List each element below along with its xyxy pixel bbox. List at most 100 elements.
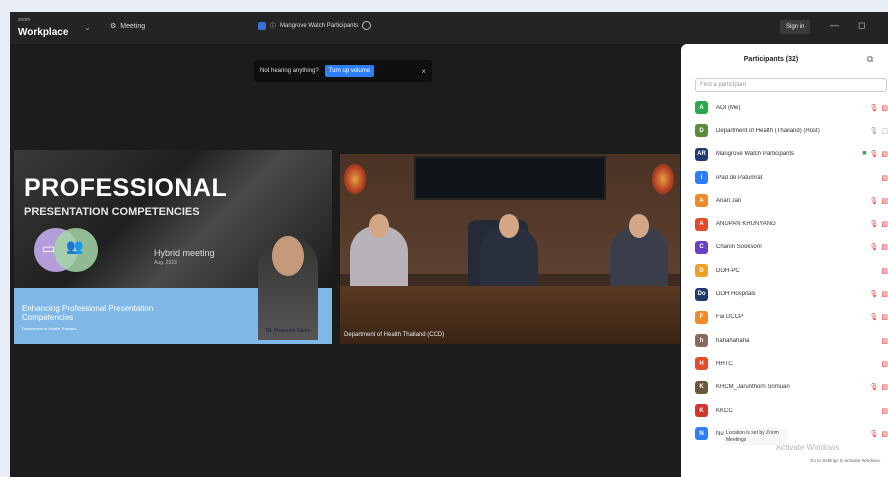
avatar: D (695, 124, 708, 138)
participant-status-icons: 🎙 ▧ (869, 104, 888, 112)
slide-footer-title: Enhancing Professional Presentation Comp… (22, 304, 154, 323)
audio-notification: Not hearing anything? Turn up volume × (254, 60, 432, 82)
camera-off-icon[interactable]: ▧ (881, 197, 888, 205)
camera-off-icon[interactable]: ▧ (881, 104, 888, 112)
avatar: Do (695, 287, 708, 301)
participant-row[interactable]: AR Mangrove Watch Participants ■ 🎙 ▧ (695, 143, 888, 166)
person-head (499, 214, 519, 238)
mic-icon[interactable]: 🎙 (869, 127, 878, 135)
participant-row[interactable]: h hahahahaha ▧ (695, 329, 888, 352)
participant-row[interactable]: IiPad de Patumrat ▧ (695, 166, 888, 189)
participant-status-icons: ▧ (881, 337, 888, 345)
notification-text: Not hearing anything? (260, 68, 319, 74)
participants-title: Participants (32) (743, 56, 799, 63)
avatar: K (695, 404, 708, 417)
participant-status-icons: 🎙 ▧ (869, 290, 888, 298)
participant-row[interactable]: A ANUPAN KHUNYANG 🎙 ▧ (695, 212, 888, 235)
participant-name: ANUPAN KHUNYANG (716, 221, 776, 228)
participant-name: KKCC (716, 407, 733, 414)
participant-row[interactable]: D DOH-PC ▧ (695, 259, 888, 282)
mic-off-icon[interactable]: 🎙 (869, 104, 878, 112)
shield-icon (258, 21, 266, 30)
person-head (629, 214, 649, 238)
avatar: H (695, 357, 708, 371)
participant-name: hahahahaha (716, 337, 750, 344)
mic-off-icon[interactable]: 🎙 (869, 313, 878, 321)
window-title: ⓘ Mangrove Watch Participants (258, 21, 372, 30)
participant-name: AOI (Me) (716, 104, 741, 111)
camera-off-icon[interactable]: ▧ (881, 243, 888, 251)
participant-status-icons: ▧ (881, 174, 888, 182)
participant-row[interactable]: D Department of Health (Thailand) (Host) 🎙… (695, 119, 888, 142)
avatar: C (695, 240, 708, 254)
mic-off-icon[interactable]: 🎙 (869, 383, 878, 391)
participant-name: DOH Hospitals (716, 291, 756, 298)
participant-status-icons: 🎙 ▧ (869, 383, 888, 391)
participant-row[interactable]: H HHTC ▧ (695, 352, 888, 375)
mic-off-icon[interactable]: 🎙 (869, 430, 878, 438)
camera-off-icon[interactable]: ▧ (881, 430, 888, 438)
camera-icon[interactable]: ▢ (881, 127, 888, 135)
zoom-window: zoom Workplace ⌄ ⚙ Meeting ⓘ Mangrove Wa… (10, 12, 888, 477)
participant-row[interactable]: F Fai DCCP 🎙 ▧ (695, 306, 888, 329)
participant-status-icons: 🎙 ▢ (869, 127, 888, 135)
presenter-photo (258, 236, 318, 340)
participant-name: Department of Health (Thailand) (Host) (716, 127, 820, 134)
turn-up-volume-button[interactable]: Turn up volume (324, 65, 375, 77)
camera-off-icon[interactable]: ▧ (881, 360, 888, 368)
participant-row[interactable]: A AOI (Me) 🎙 ▧ (695, 96, 888, 119)
mic-off-icon[interactable]: 🎙 (869, 150, 878, 158)
meeting-menu[interactable]: ⚙ Meeting (110, 22, 146, 31)
camera-off-icon[interactable]: ▧ (881, 313, 888, 321)
close-icon[interactable]: × (421, 67, 426, 76)
participant-status-icons: 🎙 ▧ (869, 313, 888, 321)
meeting-graphic: ▭ 👥 (34, 228, 98, 274)
slide-footer-org: Department of Health Thailand (22, 326, 77, 331)
avatar: N (695, 427, 708, 441)
participant-row[interactable]: Do DOH Hospitals 🎙 ▧ (695, 282, 888, 305)
camera-off-icon[interactable]: ▧ (881, 407, 888, 415)
shared-slide: PROFESSIONAL PRESENTATION COMPETENCIES ▭… (14, 150, 332, 344)
mic-off-icon[interactable]: 🎙 (869, 220, 878, 228)
share-screen-icon[interactable]: ■ (862, 150, 866, 158)
avatar: F (695, 310, 708, 324)
camera-off-icon[interactable]: ▧ (881, 174, 888, 182)
slide-hybrid-label: Hybrid meeting (154, 248, 215, 258)
camera-off-icon[interactable]: ▧ (881, 150, 888, 158)
meeting-icon: ⚙ (110, 23, 117, 30)
camera-off-icon[interactable]: ▧ (881, 220, 888, 228)
avatar: I (695, 171, 708, 185)
meeting-label: Meeting (120, 22, 146, 30)
sign-in-button[interactable]: Sign in (780, 20, 811, 34)
chevron-down-icon[interactable]: ⌄ (84, 23, 91, 32)
camera-off-icon[interactable]: ▧ (881, 290, 888, 298)
participant-row[interactable]: K KHCM_Jarunthorn Srimuan 🎙 ▧ (695, 376, 888, 399)
participant-status-icons: 🎙 ▧ (869, 220, 888, 228)
participant-row[interactable]: C Chanin Sooksom 🎙 ▧ (695, 236, 888, 259)
participant-status-icons: ▧ (881, 267, 888, 275)
participant-row[interactable]: A Anan Jan 🎙 ▧ (695, 189, 888, 212)
activate-windows-hint: Go to Settings to activate Windows. (810, 458, 882, 463)
participant-search-input[interactable]: Find a participant (695, 78, 887, 92)
mic-off-icon[interactable]: 🎙 (869, 197, 878, 205)
mic-off-icon[interactable]: 🎙 (869, 290, 878, 298)
camera-off-icon[interactable]: ▧ (881, 383, 888, 391)
speaker-video[interactable]: Department of Health Thailand (CCD) (340, 154, 680, 344)
participant-list: A AOI (Me) 🎙 ▧ D Department of Health (Thaila… (695, 96, 888, 445)
participant-name: DOH-PC (716, 267, 740, 274)
brand-small-label: zoom (18, 17, 31, 23)
camera-off-icon[interactable]: ▧ (881, 267, 888, 275)
slide-hybrid-date: Aug. 2023 (154, 260, 177, 266)
presenter-name: Mr. Presenter Name (265, 328, 311, 334)
participant-row[interactable]: K KKCC ▧ (695, 399, 888, 422)
camera-off-icon[interactable]: ▧ (881, 337, 888, 345)
window-title-text: Mangrove Watch Participants (280, 22, 359, 29)
participant-name: HHTC (716, 360, 733, 367)
participants-panel: Participants (32) ⧉ Find a participant A… (681, 44, 888, 477)
restore-button[interactable]: ◻ (858, 20, 865, 31)
flower-decor (344, 164, 366, 194)
minimize-button[interactable]: — (830, 20, 839, 30)
popout-icon[interactable]: ⧉ (867, 54, 873, 65)
mic-off-icon[interactable]: 🎙 (869, 243, 878, 251)
monitor-icon: ▭ (42, 240, 56, 256)
